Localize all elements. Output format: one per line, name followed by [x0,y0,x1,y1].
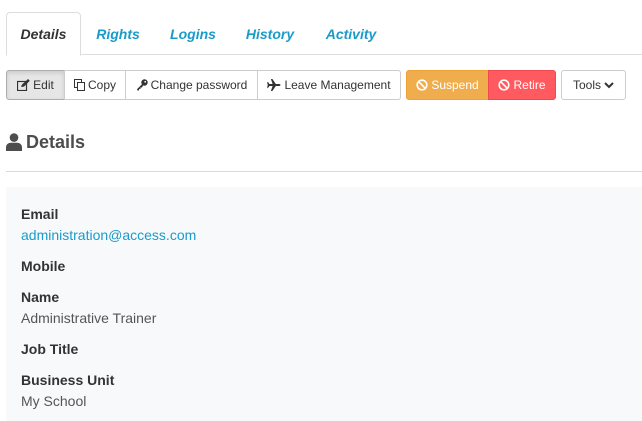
tools-label: Tools [572,78,601,92]
suspend-label: Suspend [431,78,479,92]
email-link[interactable]: administration@access.com [21,226,196,244]
section-heading: Details [6,131,85,153]
plane-icon [267,79,281,91]
business-unit-value: My School [21,393,87,409]
retire-label: Retire [513,78,546,92]
tools-dropdown-button[interactable]: Tools [561,70,626,100]
leave-management-button[interactable]: Leave Management [257,70,401,100]
key-icon [136,79,148,91]
email-label: Email [21,206,59,222]
tab-bar: Details Rights Logins History Activity [6,12,642,56]
change-password-button[interactable]: Change password [125,70,258,100]
section-divider [6,171,642,172]
name-value: Administrative Trainer [21,310,157,326]
copy-label: Copy [87,78,116,92]
ban-icon [416,79,428,91]
ban-icon [498,79,511,91]
tab-history[interactable]: History [240,12,300,55]
tab-activity[interactable]: Activity [318,12,384,55]
suspend-button[interactable]: Suspend [406,70,489,100]
section-title: Details [26,131,86,152]
job-title-label: Job Title [21,341,79,357]
copy-button[interactable]: Copy [64,70,126,100]
tab-logins[interactable]: Logins [164,12,222,55]
tab-details[interactable]: Details [6,12,81,56]
change-password-label: Change password [150,78,248,92]
user-icon [6,133,22,151]
name-label: Name [21,289,60,305]
edit-label: Edit [33,78,54,92]
business-unit-label: Business Unit [21,372,115,388]
leave-management-label: Leave Management [284,78,391,92]
details-panel: Email administration@access.com Mobile N… [6,187,642,421]
tab-rights[interactable]: Rights [90,12,146,55]
chevron-down-icon [604,81,614,88]
copy-icon [73,79,85,91]
edit-button[interactable]: Edit [6,70,65,100]
retire-button[interactable]: Retire [488,70,556,100]
edit-icon [17,79,30,91]
mobile-label: Mobile [21,258,66,274]
